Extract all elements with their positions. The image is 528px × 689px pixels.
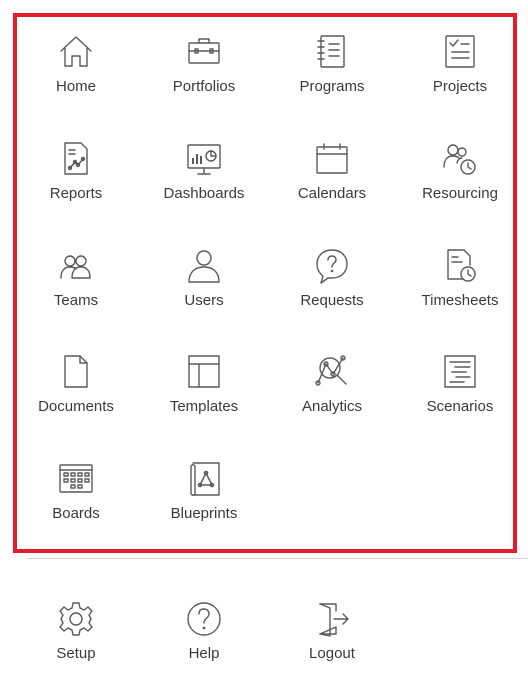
menu-item-home[interactable]: Home [12,32,140,122]
menu-item-label: Scenarios [426,398,494,415]
request-icon [312,246,352,286]
menu-item-label: Calendars [297,185,367,202]
analytics-icon [312,352,352,392]
logout-icon [312,599,352,639]
checklist-icon [440,32,480,72]
footer-item-setup[interactable]: Setup [12,599,140,689]
menu-item-label: Reports [49,185,103,202]
user-icon [184,246,224,286]
footer-item-logout[interactable]: Logout [268,599,396,689]
dashboard-icon [184,139,224,179]
resourcing-icon [440,139,480,179]
menu-item-reports[interactable]: Reports [12,139,140,229]
menu-item-label: Documents [38,398,114,415]
notebook-icon [312,32,352,72]
menu-item-label: Teams [53,292,99,309]
help-icon [184,599,224,639]
menu-item-portfolios[interactable]: Portfolios [140,32,268,122]
briefcase-icon [184,32,224,72]
menu-item-programs[interactable]: Programs [268,32,396,122]
gear-icon [56,599,96,639]
menu-item-label: Dashboards [163,185,245,202]
menu-item-analytics[interactable]: Analytics [268,352,396,442]
menu-item-timesheets[interactable]: Timesheets [396,246,524,336]
scenario-icon [440,352,480,392]
home-icon [56,32,96,72]
footer-item-label: Setup [56,645,96,662]
menu-item-dashboards[interactable]: Dashboards [140,139,268,229]
menu-item-label: Programs [299,78,365,95]
menu-item-label: Blueprints [170,505,238,522]
menu-item-resourcing[interactable]: Resourcing [396,139,524,229]
menu-item-blueprints[interactable]: Blueprints [140,459,268,549]
menu-item-scenarios[interactable]: Scenarios [396,352,524,442]
menu-item-label: Requests [300,292,364,309]
blueprint-icon [184,459,224,499]
document-icon [56,352,96,392]
menu-item-calendars[interactable]: Calendars [268,139,396,229]
template-icon [184,352,224,392]
footer-item-label: Help [188,645,220,662]
footer-item-help[interactable]: Help [140,599,268,689]
timesheet-icon [440,246,480,286]
menu-item-teams[interactable]: Teams [12,246,140,336]
menu-item-label: Timesheets [421,292,499,309]
menu-item-requests[interactable]: Requests [268,246,396,336]
menu-item-users[interactable]: Users [140,246,268,336]
menu-item-label: Home [55,78,96,95]
divider [28,558,528,559]
menu-item-label: Analytics [301,398,363,415]
footer-item-label: Logout [309,645,355,662]
calendar-icon [312,139,352,179]
menu-item-label: Projects [432,78,488,95]
board-icon [56,459,96,499]
menu-item-label: Users [184,292,224,309]
menu-item-projects[interactable]: Projects [396,32,524,122]
menu-item-label: Resourcing [422,185,498,202]
menu-item-label: Boards [52,505,100,522]
report-icon [56,139,96,179]
menu-item-boards[interactable]: Boards [12,459,140,549]
teams-icon [56,246,96,286]
menu-item-documents[interactable]: Documents [12,352,140,442]
menu-item-templates[interactable]: Templates [140,352,268,442]
menu-item-label: Portfolios [172,78,236,95]
menu-item-label: Templates [169,398,239,415]
